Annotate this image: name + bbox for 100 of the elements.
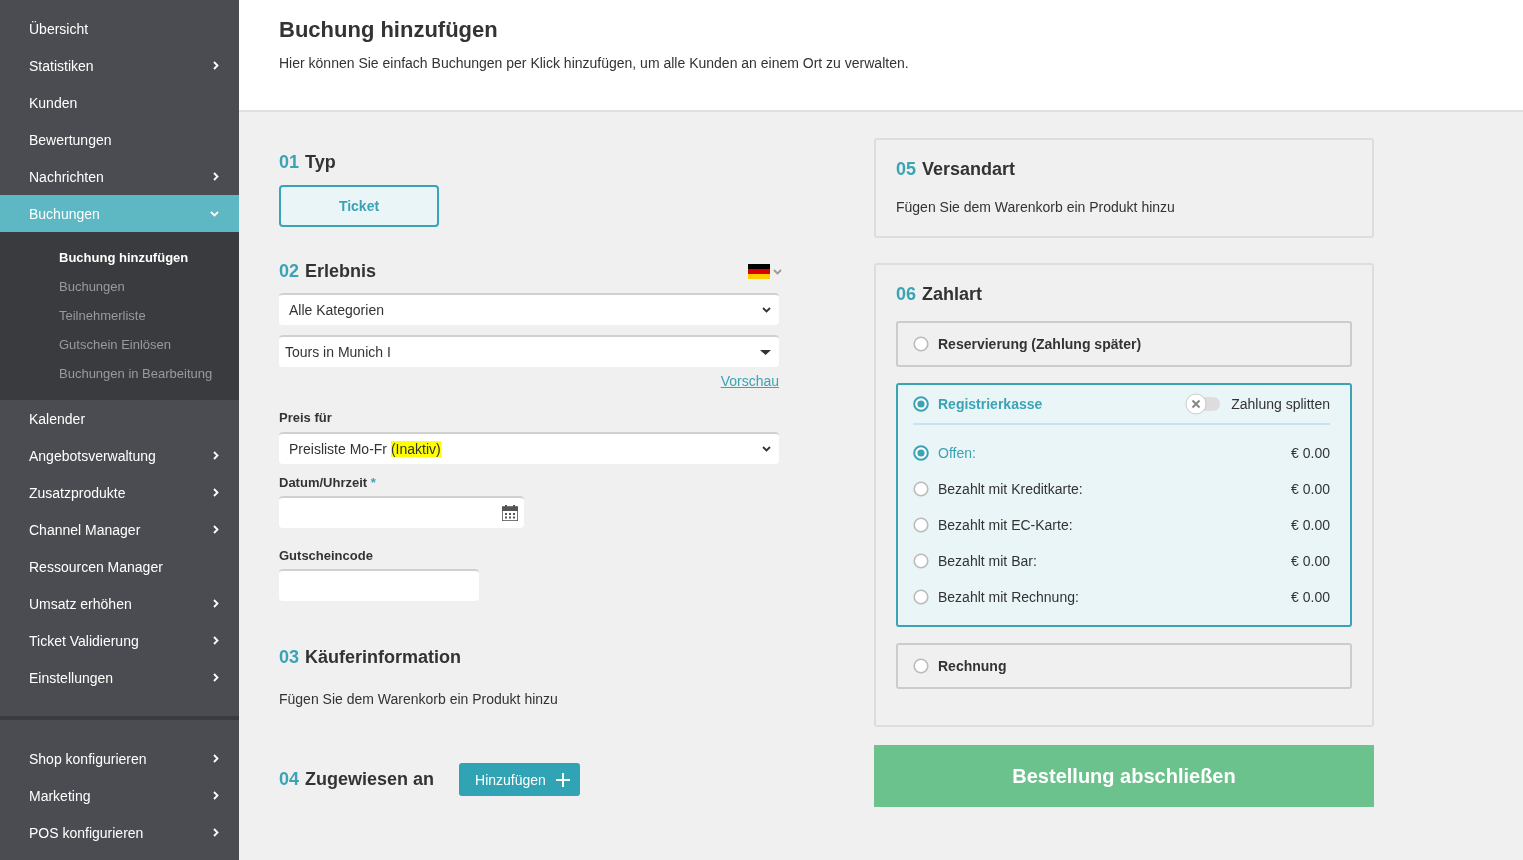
submenu-item[interactable]: Gutschein Einlösen [0, 330, 239, 359]
payment-entry[interactable]: Bezahlt mit Bar: € 0.00 [913, 543, 1330, 579]
payment-entry[interactable]: Bezahlt mit Rechnung: € 0.00 [913, 579, 1330, 615]
entry-amount: € 0.00 [1291, 517, 1330, 533]
sidebar-item-label: Statistiken [29, 57, 94, 74]
sidebar-item[interactable]: Kalender [0, 400, 239, 437]
chevron-right-icon [213, 673, 219, 682]
section-number: 04 [279, 769, 300, 790]
payment-option[interactable]: Registrierkasse Zahlung splitten Offen: € 0.00 Bezahlt mit Kreditkarte: € 0.00 Bezahlt mit EC-Karte: € 0.00 Bezahlt mit Bar: € 0.00 Bezahlt mit Rechnung: € 0.00 [896, 383, 1352, 627]
submenu-item[interactable]: Teilnehmerliste [0, 301, 239, 330]
sidebar-item-label: Ressourcen Manager [29, 558, 163, 575]
sidebar-item[interactable]: Angebotsverwaltung [0, 437, 239, 474]
section-number: 03 [279, 647, 300, 668]
section-title: Erlebnis [305, 261, 377, 282]
sidebar-item[interactable]: Ticket Validierung [0, 622, 239, 659]
payment-entry[interactable]: Bezahlt mit EC-Karte: € 0.00 [913, 507, 1330, 543]
sidebar-item[interactable]: Shop konfigurieren [0, 740, 239, 777]
chevron-right-icon [213, 488, 219, 497]
entry-amount: € 0.00 [1291, 481, 1330, 497]
sidebar-item[interactable]: Channel Manager [0, 511, 239, 548]
payment-entry[interactable]: Bezahlt mit Kreditkarte: € 0.00 [913, 471, 1330, 507]
sidebar-item[interactable]: Kunden [0, 84, 239, 121]
payment-option[interactable]: Rechnung [896, 643, 1352, 689]
payment-entry[interactable]: Offen: € 0.00 [913, 435, 1330, 471]
sidebar-item-label: Buchungen [29, 205, 100, 222]
toggle-switch[interactable] [1184, 392, 1223, 416]
radio-button[interactable] [913, 553, 929, 569]
field-label: Preis für [279, 410, 333, 425]
entry-label: Offen: [938, 445, 976, 461]
dropdown-field[interactable]: Preisliste Mo-Fr (Inaktiv) [279, 432, 779, 464]
radio-button[interactable] [913, 589, 929, 605]
radio-button[interactable] [913, 445, 929, 461]
entry-amount: € 0.00 [1291, 553, 1330, 569]
submenu-item[interactable]: Buchungen [0, 272, 239, 301]
section-title: Käuferinformation [305, 647, 462, 668]
sidebar-item[interactable]: Umsatz erhöhen [0, 585, 239, 622]
sidebar-item-label: Kunden [29, 94, 78, 111]
sidebar-item-label: Nachrichten [29, 168, 104, 185]
caret-icon [760, 349, 771, 355]
sidebar-item-label: Einstellungen [29, 669, 114, 686]
radio-button[interactable] [913, 658, 929, 674]
option-label: Reservierung (Zahlung später) [938, 336, 1142, 352]
chevron-right-icon [213, 828, 219, 837]
sidebar-item[interactable]: Marketing [0, 777, 239, 814]
section-title: Versandart [922, 159, 1016, 180]
chevron-right-icon [213, 525, 219, 534]
sidebar-item[interactable]: Einstellungen [0, 659, 239, 696]
radio-button[interactable] [913, 517, 929, 533]
chevron-right-icon [213, 791, 219, 800]
sidebar-item[interactable]: Bewertungen [0, 121, 239, 158]
chevron-right-icon [213, 754, 219, 763]
dropdown-value: Preisliste Mo-Fr (Inaktiv) [289, 441, 441, 457]
sidebar-item-label: Marketing [29, 787, 91, 804]
section-title: Zugewiesen an [305, 769, 435, 790]
chevron-down-icon [773, 268, 782, 275]
chevron-right-icon [213, 451, 219, 460]
radio-button[interactable] [913, 336, 929, 352]
sidebar-item-label: Übersicht [29, 20, 89, 37]
entry-label: Bezahlt mit Bar: [938, 553, 1037, 569]
sidebar-item[interactable]: Nachrichten [0, 158, 239, 195]
sidebar-item-label: Zusatzprodukte [29, 484, 126, 501]
chevron-down-icon [762, 307, 771, 313]
dropdown-value: Alle Kategorien [289, 302, 384, 318]
language-selector[interactable] [748, 264, 782, 279]
radio-button[interactable] [913, 481, 929, 497]
sidebar-item-label: POS konfigurieren [29, 824, 144, 841]
field-label: Datum/Uhrzeit * [279, 475, 377, 490]
page-title: Buchung hinzufügen [279, 17, 499, 43]
sidebar-item[interactable]: Ressourcen Manager [0, 548, 239, 585]
dropdown-field[interactable]: Tours in Munich I [279, 335, 779, 367]
chevron-down-icon [210, 210, 219, 217]
info-text: Fügen Sie dem Warenkorb ein Produkt hinzu [896, 199, 1176, 215]
section-number: 02 [279, 261, 300, 282]
section-number: 05 [896, 159, 917, 180]
voucher-field[interactable] [279, 569, 479, 601]
radio-button[interactable] [913, 396, 929, 412]
section-number: 01 [279, 152, 300, 173]
field-label: Gutscheincode [279, 548, 374, 563]
dropdown-field[interactable]: Alle Kategorien [279, 293, 779, 325]
chevron-down-icon [762, 446, 771, 452]
sidebar-item-label: Umsatz erhöhen [29, 595, 132, 612]
entry-label: Bezahlt mit Kreditkarte: [938, 481, 1083, 497]
flag-icon [748, 264, 770, 279]
submenu-item[interactable]: Buchungen in Bearbeitung [0, 359, 239, 388]
sidebar-item[interactable]: Statistiken [0, 47, 239, 84]
sidebar-item-label: Channel Manager [29, 521, 141, 538]
page-description: Hier können Sie einfach Buchungen per Klick hinzufügen, um alle Kunden an einem Ort zu verwalten. [279, 55, 910, 71]
sidebar-item[interactable]: Zusatzprodukte [0, 474, 239, 511]
chevron-right-icon [213, 599, 219, 608]
payment-option[interactable]: Reservierung (Zahlung später) [896, 321, 1352, 367]
date-field[interactable] [279, 496, 524, 528]
calendar-icon [502, 505, 518, 521]
entry-label: Bezahlt mit EC-Karte: [938, 517, 1073, 533]
submenu-item[interactable]: Buchung hinzufügen [0, 243, 239, 272]
entry-label: Bezahlt mit Rechnung: [938, 589, 1079, 605]
sidebar-item[interactable]: Übersicht [0, 10, 239, 47]
sidebar-item-label: Ticket Validierung [29, 632, 139, 649]
sidebar-item[interactable]: POS konfigurieren [0, 814, 239, 851]
entry-amount: € 0.00 [1291, 589, 1330, 605]
section-title: Zahlart [922, 284, 983, 305]
